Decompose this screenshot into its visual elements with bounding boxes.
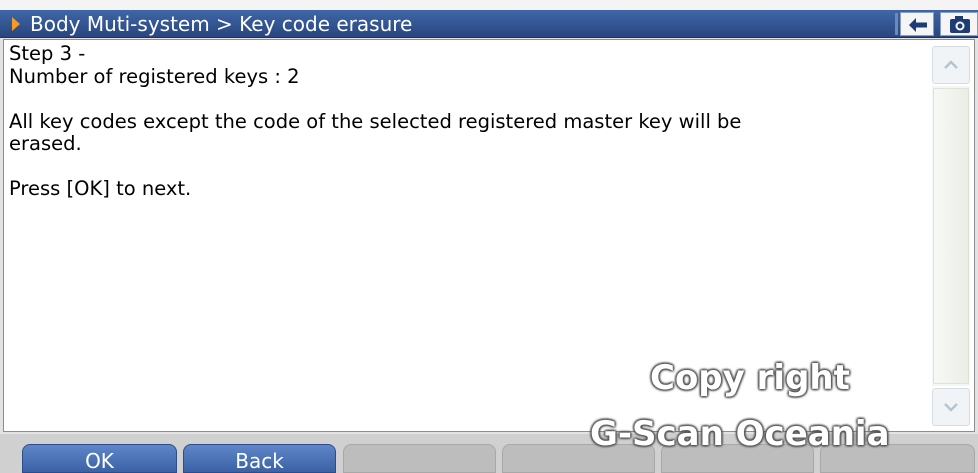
title-arrow-icon <box>12 17 20 31</box>
instruction-line: Press [OK] to next. <box>9 177 192 200</box>
chevron-down-icon <box>944 403 958 412</box>
watermark-brand: G-Scan Oceania <box>590 414 890 454</box>
step-line: Step 3 - <box>9 42 86 65</box>
scroll-down-button[interactable] <box>932 388 970 426</box>
back-arrow-icon <box>909 18 927 32</box>
camera-button[interactable] <box>940 12 978 36</box>
erase-warning-line-2: erased. <box>9 132 82 155</box>
vertical-scrollbar[interactable] <box>932 46 970 426</box>
scroll-track[interactable] <box>932 86 970 386</box>
title-separator <box>895 13 898 35</box>
registered-keys-line: Number of registered keys : 2 <box>9 64 300 88</box>
camera-icon <box>950 16 970 33</box>
title-bar: Body Muti-system > Key code erasure <box>0 10 978 38</box>
watermark-copyright: Copy right <box>650 358 850 398</box>
back-text-button[interactable]: Back <box>183 444 336 473</box>
back-button[interactable] <box>900 12 934 36</box>
erase-warning-line-1: All key codes except the code of the sel… <box>9 109 742 133</box>
breadcrumb: Body Muti-system > Key code erasure <box>30 12 413 36</box>
ok-button[interactable]: OK <box>22 444 177 473</box>
cropped-top-bar <box>0 0 978 10</box>
message-text: Step 3 - Number of registered keys : 2 A… <box>9 42 924 201</box>
scroll-up-button[interactable] <box>932 46 970 84</box>
chevron-up-icon <box>944 60 958 69</box>
function-button-3[interactable] <box>343 444 496 473</box>
scroll-thumb[interactable] <box>933 88 969 384</box>
